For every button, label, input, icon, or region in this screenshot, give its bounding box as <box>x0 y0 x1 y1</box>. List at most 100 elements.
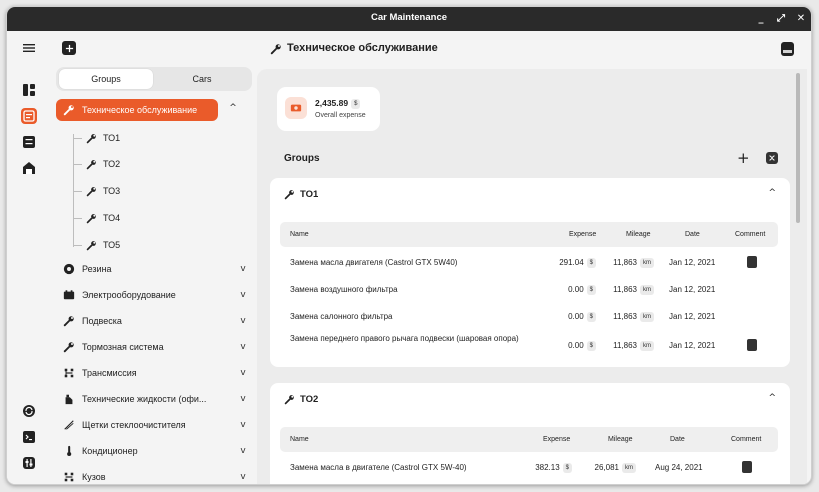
table-row[interactable]: Замена салонного фильтра 0.00 $ 11,863 km … <box>280 303 778 330</box>
child-label: ТО4 <box>103 213 121 223</box>
main-header: Техническое обслуживание <box>257 31 811 67</box>
col-name[interactable]: Name <box>290 231 309 238</box>
sidebar-child-to4[interactable]: ТО4 <box>86 207 120 229</box>
col-date[interactable]: Date <box>670 436 685 443</box>
table-row[interactable]: Замена воздушного фильтра 0.00 $ 11,863 km… <box>280 276 778 303</box>
collapse-all-icon[interactable] <box>766 152 778 164</box>
checklist-icon[interactable] <box>21 134 37 150</box>
chevron-down-icon[interactable]: v <box>234 472 252 482</box>
garage-icon[interactable] <box>21 160 37 176</box>
sidebar-item-label: Электрооборудование <box>82 290 176 300</box>
chevron-down-icon[interactable]: v <box>234 446 252 456</box>
table-row[interactable]: Замена масла двигателя (Castrol GTX 5W40… <box>280 249 778 276</box>
table-header: Name Expense Mileage Date Comment <box>280 427 778 452</box>
tree-branch <box>73 218 82 219</box>
table-row[interactable]: Замена переднего правого рычага подвески… <box>280 330 778 362</box>
row-name: Замена воздушного фильтра <box>290 285 398 294</box>
sidebar-item-suspension[interactable]: Подвеска v <box>56 310 252 332</box>
sidebar-child-to2[interactable]: ТО2 <box>86 153 120 175</box>
content-area: 2,435.89 $ Overall expense Groups + ТО1 ^… <box>257 69 807 484</box>
chevron-down-icon[interactable]: v <box>234 316 252 326</box>
chevron-up-icon[interactable]: ^ <box>768 188 776 198</box>
chevron-down-icon[interactable]: v <box>234 394 252 404</box>
wrench-icon <box>86 212 98 224</box>
sidebar-item-label: Щетки стеклоочистителя <box>82 420 186 430</box>
groups-heading: Groups <box>284 153 320 164</box>
sidebar-child-to3[interactable]: ТО3 <box>86 180 120 202</box>
child-label: ТО3 <box>103 186 121 196</box>
wrench-icon <box>86 239 98 251</box>
col-mileage[interactable]: Mileage <box>608 436 633 443</box>
sidebar-child-to5[interactable]: ТО5 <box>86 234 120 256</box>
row-date: Jan 12, 2021 <box>669 341 716 350</box>
overall-expense-label: Overall expense <box>315 112 366 119</box>
gearbox-icon <box>62 470 76 484</box>
sidebar-item-brakes[interactable]: Тормозная система v <box>56 336 252 358</box>
sync-icon[interactable] <box>21 403 37 419</box>
sidebar-item-transmission[interactable]: Трансмиссия v <box>56 362 252 384</box>
col-comment[interactable]: Comment <box>735 231 765 238</box>
chevron-down-icon[interactable]: v <box>234 420 252 430</box>
settings-sliders-icon[interactable] <box>21 455 37 471</box>
card-title: ТО1 <box>284 189 318 200</box>
col-mileage[interactable]: Mileage <box>626 231 651 238</box>
sidebar-item-maintenance[interactable]: Техническое обслуживание <box>56 99 218 121</box>
add-group-icon[interactable] <box>62 41 76 55</box>
close-button[interactable]: ✕ <box>793 11 809 27</box>
col-expense[interactable]: Expense <box>543 436 570 443</box>
currency-badge: $ <box>351 98 361 109</box>
col-expense[interactable]: Expense <box>569 231 596 238</box>
sidebar-item-fluids[interactable]: Технические жидкости (офи... v <box>56 388 252 410</box>
oil-icon <box>62 392 76 406</box>
row-date: Jan 12, 2021 <box>669 258 716 267</box>
maximize-button[interactable]: ⤢ <box>773 11 789 27</box>
scrollbar[interactable] <box>796 73 800 223</box>
tree-branch <box>73 191 82 192</box>
wrench-icon <box>86 132 98 144</box>
chevron-up-icon[interactable]: ^ <box>226 103 240 117</box>
sidebar-item-label: Резина <box>82 264 112 274</box>
tab-cars[interactable]: Cars <box>155 69 249 89</box>
row-mileage: 11,863 km <box>602 312 654 322</box>
sidebar-item-label: Технические жидкости (офи... <box>82 394 207 404</box>
sidebar-item-label: Трансмиссия <box>82 368 137 378</box>
pdf-export-icon[interactable] <box>781 42 794 56</box>
sidebar-item-label: Кондиционер <box>82 446 138 456</box>
card-title: ТО2 <box>284 394 318 405</box>
col-comment[interactable]: Comment <box>731 436 761 443</box>
child-label: ТО2 <box>103 159 121 169</box>
row-date: Aug 24, 2021 <box>655 463 703 472</box>
add-group-button[interactable]: + <box>737 149 750 167</box>
chevron-down-icon[interactable]: v <box>234 342 252 352</box>
view-switcher: Groups Cars <box>56 67 252 91</box>
chevron-down-icon[interactable]: v <box>234 264 252 274</box>
row-mileage: 11,863 km <box>602 285 654 295</box>
table-row[interactable]: Замена масла в двигателе (Castrol GTX 5W… <box>280 454 778 481</box>
sidebar-item-electrical[interactable]: Электрооборудование v <box>56 284 252 306</box>
sidebar-item-tires[interactable]: Резина v <box>56 258 252 280</box>
tire-icon <box>62 262 76 276</box>
tree-branch <box>73 138 82 139</box>
chevron-down-icon[interactable]: v <box>234 290 252 300</box>
col-name[interactable]: Name <box>290 436 309 443</box>
navigation-rail <box>7 31 51 484</box>
row-expense: 0.00 $ <box>546 312 596 322</box>
sidebar-child-to1[interactable]: ТО1 <box>86 127 120 149</box>
sidebar-item-body[interactable]: Кузов v <box>56 466 252 484</box>
row-name: Замена масла двигателя (Castrol GTX 5W40… <box>290 258 458 267</box>
col-date[interactable]: Date <box>685 231 700 238</box>
app-window: Car Maintenance _ ⤢ ✕ Groups Cars Технич… <box>6 6 812 485</box>
comment-icon[interactable] <box>742 461 752 473</box>
sidebar-item-wipers[interactable]: Щетки стеклоочистителя v <box>56 414 252 436</box>
comment-icon[interactable] <box>747 256 757 268</box>
maintenance-icon[interactable] <box>21 108 37 124</box>
comment-icon[interactable] <box>747 339 757 351</box>
chevron-up-icon[interactable]: ^ <box>768 393 776 403</box>
terminal-icon[interactable] <box>21 429 37 445</box>
chevron-down-icon[interactable]: v <box>234 368 252 378</box>
tab-groups[interactable]: Groups <box>59 69 153 89</box>
menu-icon[interactable] <box>21 40 37 56</box>
minimize-button[interactable]: _ <box>753 11 769 27</box>
dashboard-icon[interactable] <box>21 82 37 98</box>
sidebar-item-ac[interactable]: Кондиционер v <box>56 440 252 462</box>
